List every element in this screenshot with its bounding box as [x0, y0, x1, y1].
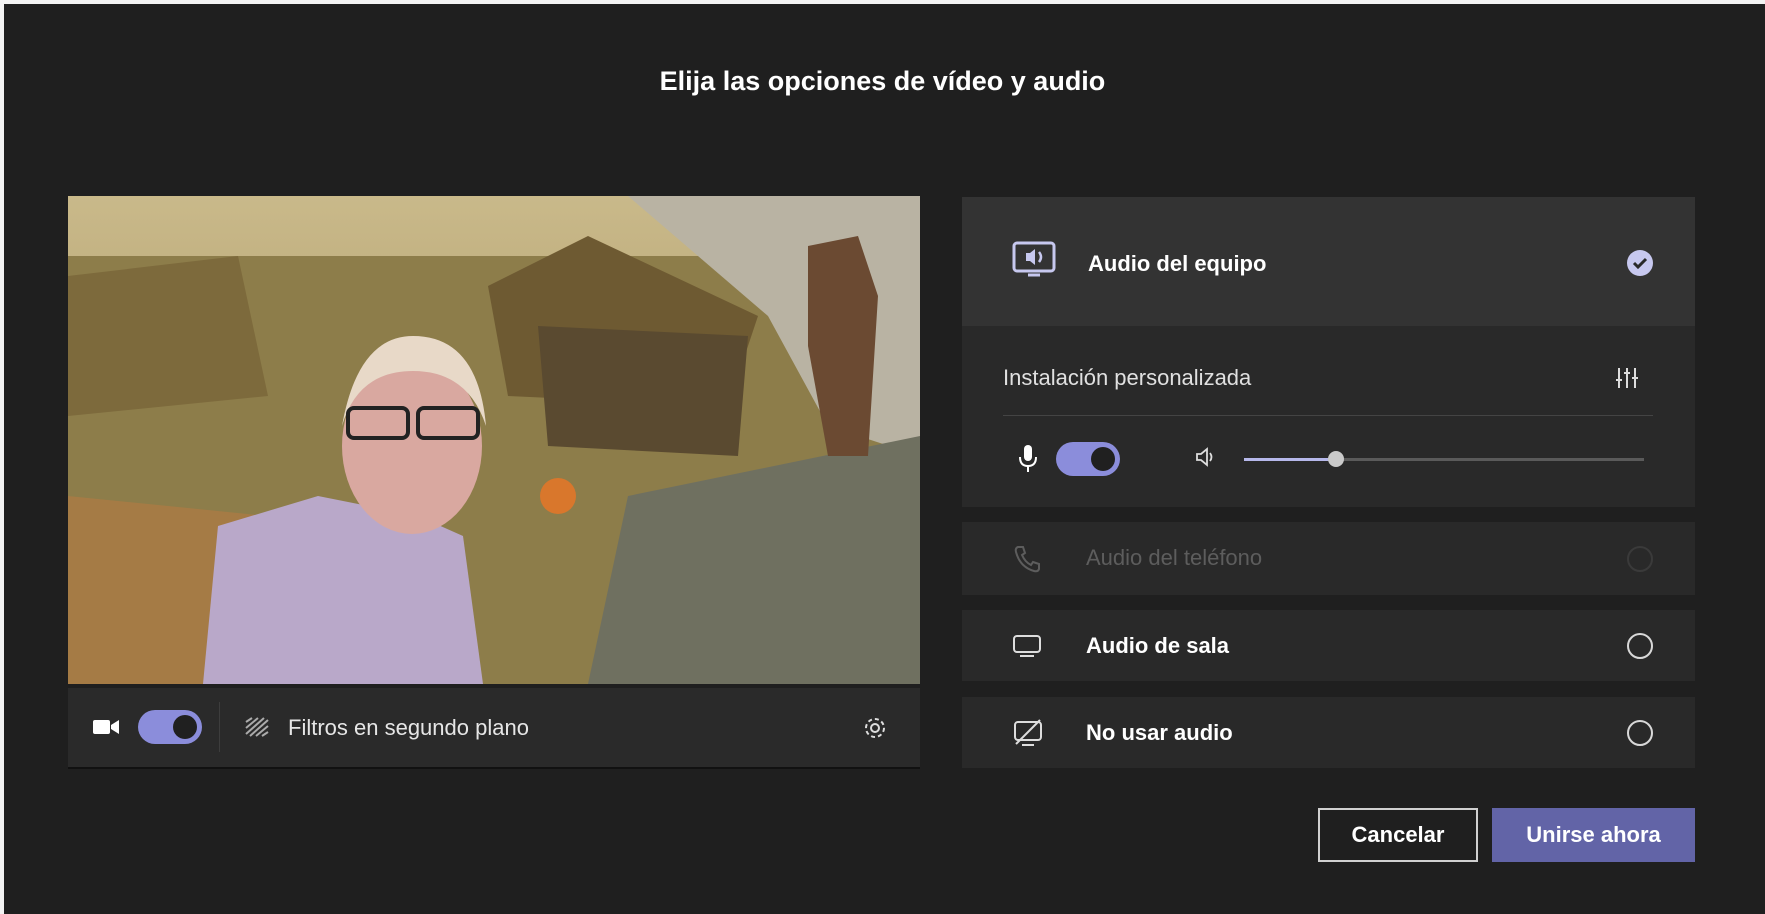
no-audio-option[interactable]: No usar audio	[962, 697, 1695, 768]
video-controls: Filtros en segundo plano	[68, 688, 920, 769]
computer-speaker-icon	[1012, 241, 1056, 286]
computer-audio-label: Audio del equipo	[1088, 251, 1267, 276]
phone-audio-option: Audio del teléfono	[962, 522, 1695, 595]
divider	[219, 702, 220, 752]
computer-audio-header[interactable]: Audio del equipo	[962, 197, 1695, 326]
camera-toggle[interactable]	[138, 710, 202, 744]
phone-audio-label: Audio del teléfono	[1086, 545, 1263, 570]
room-device-icon	[1012, 633, 1042, 664]
no-audio-icon	[1012, 718, 1044, 753]
computer-audio-option[interactable]: Audio del equipo Instalación personaliza…	[962, 197, 1695, 507]
slider-thumb[interactable]	[1328, 451, 1344, 467]
no-audio-radio[interactable]	[1627, 720, 1653, 746]
video-preview	[68, 196, 920, 684]
microphone-icon	[1018, 444, 1038, 479]
selected-check-icon	[1627, 250, 1653, 276]
custom-setup-label: Instalación personalizada	[1003, 365, 1252, 390]
room-audio-radio[interactable]	[1627, 633, 1653, 659]
device-settings-icon[interactable]	[1614, 365, 1640, 396]
cancel-button[interactable]: Cancelar	[1318, 808, 1478, 862]
microphone-toggle[interactable]	[1056, 442, 1120, 476]
dialog-title: Elija las opciones de vídeo y audio	[659, 66, 1106, 96]
background-filters-icon	[244, 716, 270, 743]
gear-icon[interactable]	[861, 714, 889, 747]
phone-icon	[1012, 544, 1042, 579]
background-filters-button[interactable]: Filtros en segundo plano	[288, 715, 529, 741]
no-audio-label: No usar audio	[1086, 720, 1233, 745]
divider	[1003, 415, 1653, 416]
phone-audio-radio	[1627, 546, 1653, 572]
speaker-icon	[1195, 447, 1219, 472]
join-now-button[interactable]: Unirse ahora	[1492, 808, 1695, 862]
room-audio-option[interactable]: Audio de sala	[962, 610, 1695, 681]
camera-icon	[92, 716, 120, 743]
speaker-volume-slider[interactable]	[1244, 451, 1644, 467]
background-image	[68, 196, 920, 684]
room-audio-label: Audio de sala	[1086, 633, 1230, 658]
